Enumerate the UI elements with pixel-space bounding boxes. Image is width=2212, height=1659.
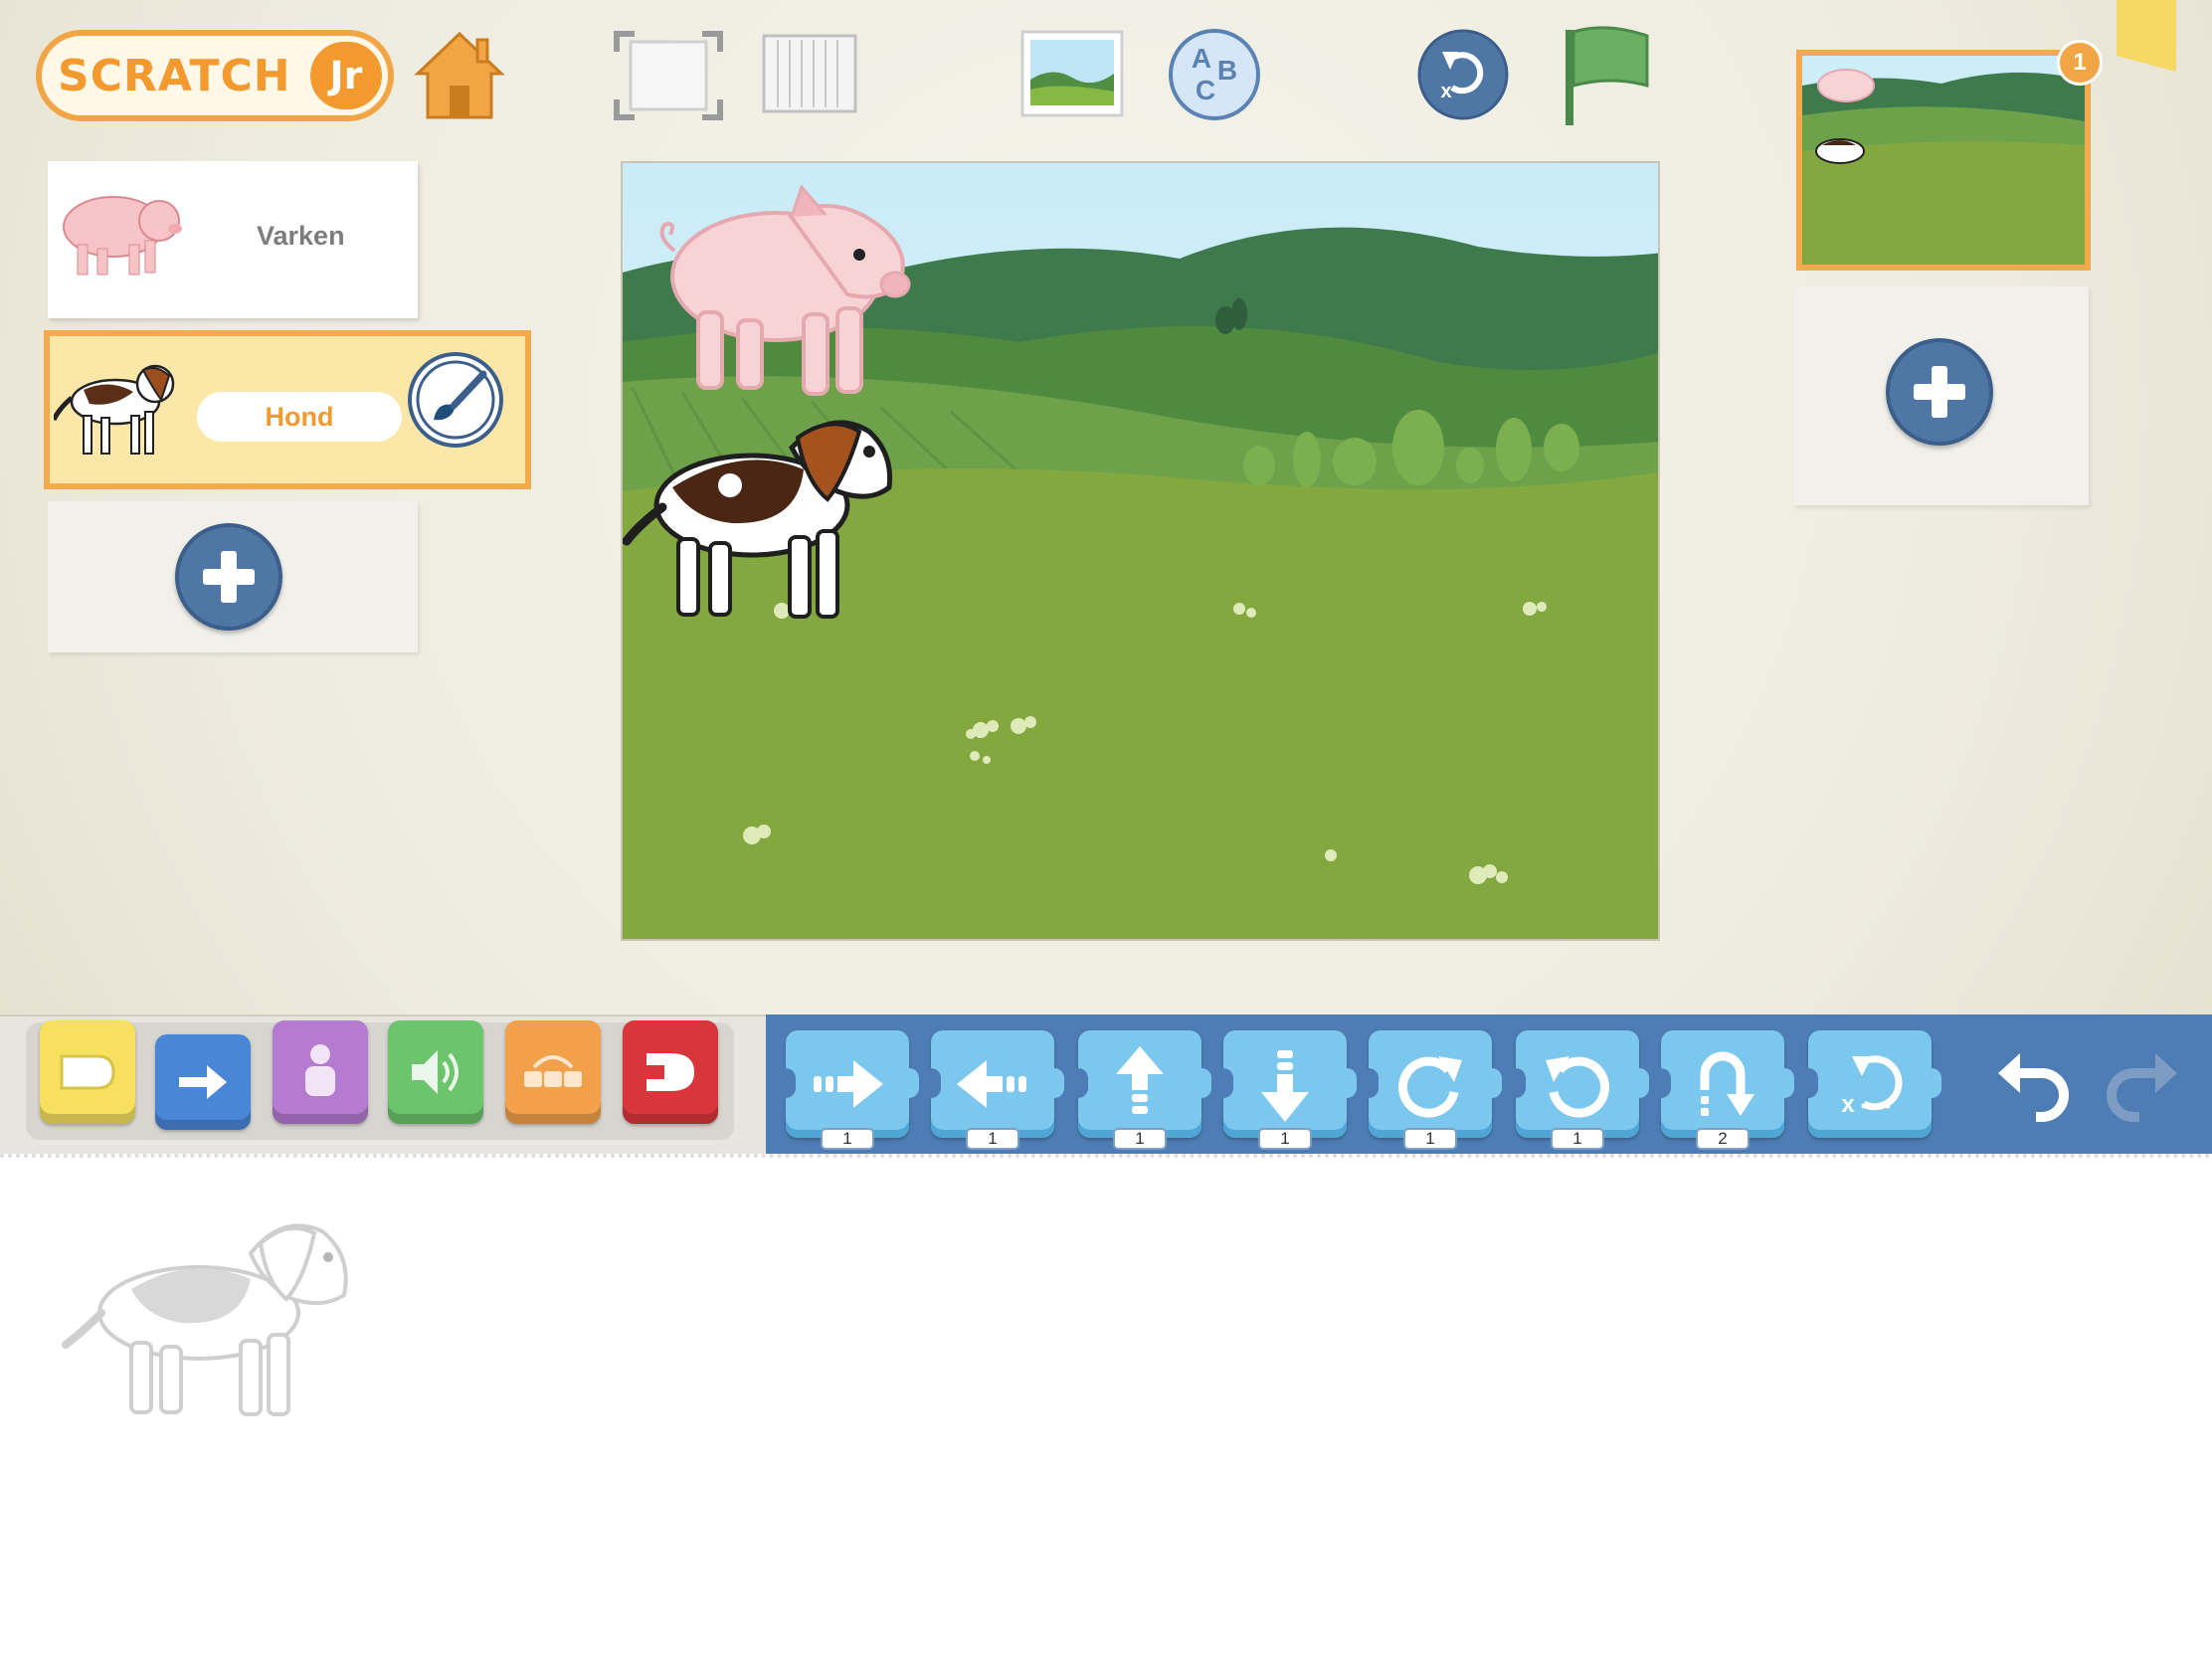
block-go-home[interactable]: x	[1798, 1030, 1941, 1138]
undo-button[interactable]	[1989, 1038, 2079, 1128]
block-move-down[interactable]: 1	[1213, 1030, 1357, 1150]
green-flag-icon	[1566, 26, 1649, 125]
svg-text:x: x	[1440, 81, 1451, 102]
reset-characters-icon: x	[1417, 29, 1509, 120]
category-looks[interactable]	[273, 1020, 368, 1124]
turn-left-icon	[1546, 1056, 1610, 1118]
block-move-left[interactable]: 1	[921, 1030, 1064, 1150]
go-home-icon: x	[1841, 1055, 1903, 1118]
block-value[interactable]: 1	[1113, 1128, 1167, 1150]
dog-sprite[interactable]	[623, 408, 897, 633]
end-icon	[646, 1053, 694, 1091]
script-area[interactable]	[0, 1154, 2212, 1659]
block-move-up[interactable]: 1	[1068, 1030, 1211, 1150]
svg-text:C: C	[1196, 75, 1215, 105]
block-value[interactable]: 1	[821, 1128, 874, 1150]
block-hop[interactable]: 2	[1651, 1030, 1794, 1150]
svg-text:A: A	[1192, 43, 1211, 74]
page-thumbnail-1[interactable]	[1796, 50, 2091, 271]
plus-icon	[1914, 366, 1965, 418]
redo-icon	[2107, 1053, 2177, 1122]
sprite-name-varken: Varken	[257, 221, 345, 251]
sprite-card-hond[interactable]: Hond	[44, 330, 531, 489]
page-thumbnail-preview	[1802, 56, 2085, 265]
move-left-icon	[957, 1060, 1026, 1108]
block-value[interactable]: 1	[966, 1128, 1019, 1150]
trigger-icon	[60, 1054, 115, 1090]
logo-suffix: Jr	[310, 42, 382, 109]
block-value[interactable]: 1	[1258, 1128, 1312, 1150]
add-sprite-slot	[48, 501, 418, 652]
text-abc-icon: A B C	[1169, 29, 1260, 120]
svg-text:x: x	[1841, 1091, 1855, 1118]
svg-text:B: B	[1217, 55, 1237, 86]
sound-speaker-icon	[412, 1050, 459, 1094]
green-flag-button[interactable]	[1558, 22, 1657, 129]
move-right-icon	[814, 1060, 883, 1108]
paintbrush-icon	[408, 352, 503, 448]
pig-sprite[interactable]	[650, 185, 923, 404]
category-end[interactable]	[623, 1020, 718, 1124]
grid-icon	[762, 34, 857, 113]
stage[interactable]	[621, 161, 1660, 941]
add-page-slot	[1794, 286, 2089, 505]
sprite-name-hond[interactable]: Hond	[197, 392, 402, 442]
sprite-card-varken[interactable]: Varken	[48, 161, 418, 318]
fullscreen-icon	[614, 31, 723, 120]
move-down-icon	[1261, 1050, 1309, 1122]
background-button[interactable]	[1018, 28, 1126, 123]
category-control[interactable]	[505, 1020, 601, 1124]
home-icon	[414, 31, 505, 119]
category-motion[interactable]	[155, 1034, 251, 1130]
logo-text: SCRATCH	[58, 50, 291, 101]
move-up-icon	[1116, 1046, 1164, 1114]
category-sound[interactable]	[388, 1020, 483, 1124]
home-button[interactable]	[410, 26, 509, 125]
category-triggering[interactable]	[40, 1020, 135, 1124]
undo-icon	[1998, 1053, 2069, 1122]
grid-button[interactable]	[760, 30, 861, 117]
block-value[interactable]: 1	[1551, 1128, 1604, 1150]
add-sprite-button[interactable]	[175, 523, 282, 631]
block-move-right[interactable]: 1	[776, 1030, 919, 1150]
paint-editor-button[interactable]	[406, 350, 505, 450]
block-turn-left[interactable]: 1	[1506, 1030, 1649, 1150]
scratchjr-logo: SCRATCH Jr	[36, 30, 394, 121]
redo-button[interactable]	[2097, 1038, 2186, 1128]
reset-characters-button[interactable]: x	[1414, 26, 1512, 123]
block-turn-right[interactable]: 1	[1359, 1030, 1502, 1150]
looks-person-icon	[305, 1044, 335, 1096]
plus-icon	[203, 551, 255, 603]
dog-icon	[54, 364, 175, 455]
turn-right-icon	[1397, 1056, 1462, 1118]
pig-icon	[63, 196, 182, 276]
control-icon	[524, 1055, 582, 1087]
add-text-button[interactable]: A B C	[1166, 26, 1263, 123]
motion-arrow-icon	[179, 1065, 227, 1099]
add-page-button[interactable]	[1886, 338, 1993, 446]
page-count-badge: 1	[2057, 40, 2103, 86]
fullscreen-button[interactable]	[609, 26, 728, 125]
dog-watermark-icon	[62, 1223, 348, 1416]
hop-icon	[1700, 1051, 1754, 1116]
block-value[interactable]: 1	[1403, 1128, 1457, 1150]
block-value[interactable]: 2	[1696, 1128, 1750, 1150]
background-picker-icon	[1020, 30, 1124, 117]
